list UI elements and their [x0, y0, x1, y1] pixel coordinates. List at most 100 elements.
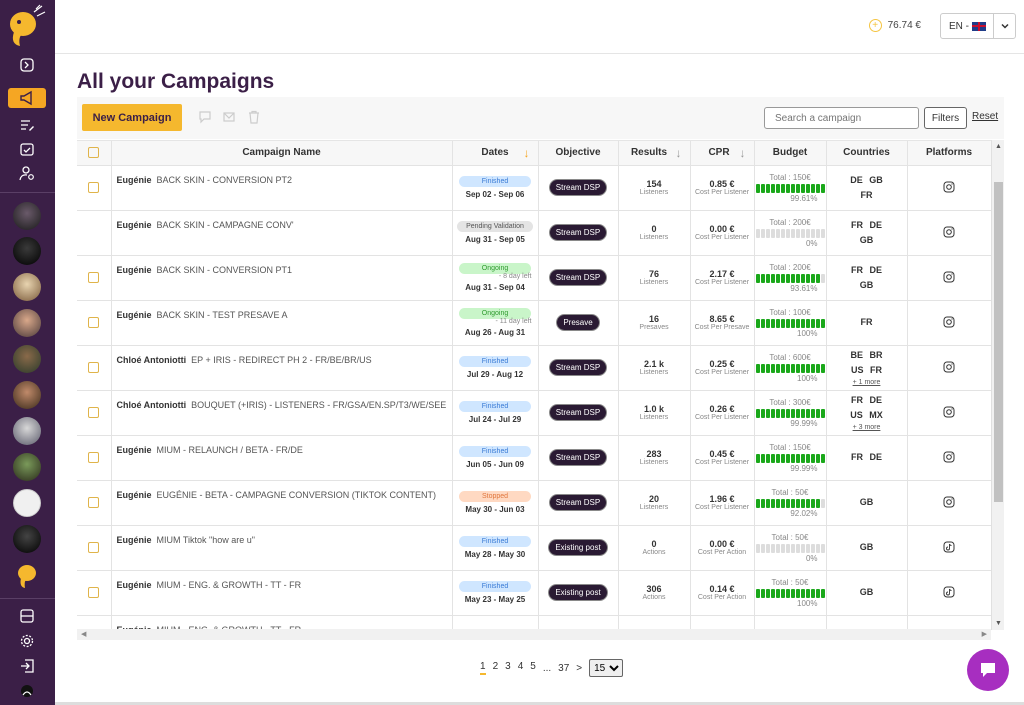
language-selector[interactable]: EN -: [940, 13, 1016, 39]
logo[interactable]: [6, 4, 46, 48]
campaign-name[interactable]: BACK SKIN - TEST PRESAVE A: [157, 310, 288, 320]
table-row[interactable]: Eugénie BACK SKIN - TEST PRESAVE A Ongoing…: [77, 300, 992, 346]
page-number[interactable]: 1: [480, 661, 486, 675]
table-row[interactable]: Eugénie MIUM Tiktok "how are u" Finished Ma…: [77, 525, 992, 571]
artist-avatar[interactable]: [13, 309, 41, 337]
column-header-countries[interactable]: Countries: [826, 141, 908, 166]
column-header-budget[interactable]: Budget: [754, 141, 827, 166]
campaign-name[interactable]: BACK SKIN - CAMPAGNE CONV': [157, 220, 294, 230]
sidebar-toggle-icon[interactable]: [14, 55, 40, 75]
horizontal-scrollbar[interactable]: ◀ ▶: [77, 629, 991, 640]
scroll-left-icon[interactable]: ◀: [81, 630, 86, 638]
table-row[interactable]: Eugénie MIUM - RELAUNCH / BETA - FR/DE Fin…: [77, 435, 992, 481]
row-checkbox[interactable]: [88, 317, 100, 328]
column-header-platforms[interactable]: Platforms: [907, 141, 992, 166]
campaign-name[interactable]: EP + IRIS - REDIRECT PH 2 - FR/BE/BR/US: [191, 355, 371, 365]
inbox-icon[interactable]: [14, 606, 40, 626]
campaign-name-cell[interactable]: Chloé Antoniotti EP + IRIS - REDIRECT PH …: [111, 345, 453, 391]
page-last[interactable]: 37: [558, 663, 569, 674]
new-campaign-button[interactable]: New Campaign: [82, 104, 182, 131]
campaign-name-cell[interactable]: Eugénie MIUM Tiktok "how are u": [111, 525, 453, 571]
filters-button[interactable]: Filters: [924, 107, 967, 129]
table-row[interactable]: Eugénie BACK SKIN - CONVERSION PT2 Finishe…: [77, 165, 992, 211]
vertical-scrollbar[interactable]: ▲ ▼: [991, 140, 1004, 630]
campaign-name-cell[interactable]: Eugénie MIUM - RELAUNCH / BETA - FR/DE: [111, 435, 453, 481]
campaign-name[interactable]: MIUM - RELAUNCH / BETA - FR/DE: [157, 445, 303, 455]
table-row[interactable]: Eugénie BACK SKIN - CAMPAGNE CONV' Pending…: [77, 210, 992, 256]
next-page-button[interactable]: >: [576, 663, 582, 674]
row-checkbox[interactable]: [88, 362, 100, 373]
row-checkbox[interactable]: [88, 272, 100, 283]
campaign-name-cell[interactable]: Eugénie BACK SKIN - TEST PRESAVE A: [111, 300, 453, 346]
artist-avatar[interactable]: [13, 525, 41, 553]
comment-icon[interactable]: [198, 110, 212, 124]
trash-icon[interactable]: [247, 110, 261, 124]
column-header-name[interactable]: Campaign Name: [111, 141, 453, 166]
sort-arrow-icon[interactable]: ↓: [740, 146, 746, 160]
chat-button[interactable]: [967, 649, 1009, 691]
artist-avatar[interactable]: [13, 345, 41, 373]
campaign-name[interactable]: EUGÉNIE - BETA - CAMPAGNE CONVERSION (TI…: [157, 490, 437, 500]
chevron-down-icon[interactable]: [993, 14, 1015, 38]
campaign-name-cell[interactable]: Eugénie EUGÉNIE - BETA - CAMPAGNE CONVERS…: [111, 480, 453, 526]
column-header-objective[interactable]: Objective: [538, 141, 619, 166]
campaign-name[interactable]: MIUM Tiktok "how are u": [157, 535, 255, 545]
sort-arrow-icon[interactable]: ↓: [524, 146, 530, 160]
campaign-name-cell[interactable]: Eugénie BACK SKIN - CONVERSION PT2: [111, 165, 453, 211]
scroll-right-icon[interactable]: ▶: [982, 630, 987, 638]
artist-avatar[interactable]: [13, 273, 41, 301]
row-checkbox[interactable]: [88, 587, 100, 598]
row-checkbox[interactable]: [88, 182, 100, 193]
calendar-check-icon[interactable]: [14, 139, 40, 159]
campaign-name-cell[interactable]: Eugénie MIUM - ENG. & GROWTH - TT - FR: [111, 615, 453, 630]
column-header-cpr[interactable]: CPR ↓: [690, 141, 755, 166]
scroll-thumb[interactable]: [994, 182, 1003, 502]
artist-avatar[interactable]: [13, 489, 41, 517]
list-edit-icon[interactable]: [14, 115, 40, 135]
column-header-dates[interactable]: Dates ↓: [452, 141, 539, 166]
page-number[interactable]: 2: [493, 661, 499, 675]
reset-link[interactable]: Reset: [972, 111, 998, 122]
table-row[interactable]: Eugénie BACK SKIN - CONVERSION PT1 Ongoing…: [77, 255, 992, 301]
artist-avatar[interactable]: [13, 202, 41, 230]
user-circle-icon[interactable]: [14, 681, 40, 701]
row-checkbox[interactable]: [88, 452, 100, 463]
campaign-name-cell[interactable]: Chloé Antoniotti BOUQUET (+IRIS) - LISTEN…: [111, 390, 453, 436]
mail-icon[interactable]: [222, 110, 236, 124]
artist-avatar[interactable]: [13, 381, 41, 409]
user-settings-icon[interactable]: [14, 163, 40, 183]
campaign-name[interactable]: BOUQUET (+IRIS) - LISTENERS - FR/GSA/EN.…: [191, 400, 446, 410]
campaign-name-cell[interactable]: Eugénie BACK SKIN - CAMPAGNE CONV': [111, 210, 453, 256]
campaign-name-cell[interactable]: Eugénie MIUM - ENG. & GROWTH - TT - FR: [111, 570, 453, 616]
logout-icon[interactable]: [14, 656, 40, 676]
artist-avatar[interactable]: [13, 561, 41, 589]
page-number[interactable]: 5: [530, 661, 536, 675]
table-row[interactable]: Chloé Antoniotti EP + IRIS - REDIRECT PH …: [77, 345, 992, 391]
table-row[interactable]: EugénieMIUM - ENG. & GROWTH - TT - FRFin…: [77, 615, 992, 630]
column-header-results[interactable]: Results ↓: [618, 141, 691, 166]
artist-avatar[interactable]: [13, 453, 41, 481]
select-all-checkbox[interactable]: [88, 147, 100, 159]
campaign-name[interactable]: MIUM - ENG. & GROWTH - TT - FR: [157, 580, 302, 590]
more-countries-link[interactable]: + 3 more: [827, 423, 907, 432]
per-page-select[interactable]: 15: [589, 659, 624, 677]
table-row[interactable]: EugénieMIUM - ENG. & GROWTH - TT - FRFin…: [77, 570, 992, 616]
campaign-name[interactable]: BACK SKIN - CONVERSION PT1: [157, 265, 293, 275]
scroll-down-icon[interactable]: ▼: [995, 620, 1002, 627]
search-input[interactable]: [764, 107, 919, 129]
table-row[interactable]: Eugénie EUGÉNIE - BETA - CAMPAGNE CONVERS…: [77, 480, 992, 526]
page-number[interactable]: 3: [505, 661, 511, 675]
artist-avatar[interactable]: [13, 417, 41, 445]
page-number[interactable]: 4: [518, 661, 524, 675]
megaphone-icon[interactable]: [8, 88, 46, 108]
sort-arrow-icon[interactable]: ↓: [676, 146, 682, 160]
scroll-up-icon[interactable]: ▲: [995, 143, 1002, 150]
artist-avatar[interactable]: [13, 237, 41, 265]
row-checkbox[interactable]: [88, 542, 100, 553]
campaign-name-cell[interactable]: Eugénie BACK SKIN - CONVERSION PT1: [111, 255, 453, 301]
row-checkbox[interactable]: [88, 497, 100, 508]
gear-icon[interactable]: [14, 631, 40, 651]
campaign-name[interactable]: BACK SKIN - CONVERSION PT2: [157, 175, 293, 185]
more-countries-link[interactable]: + 1 more: [827, 378, 907, 387]
row-checkbox[interactable]: [88, 407, 100, 418]
